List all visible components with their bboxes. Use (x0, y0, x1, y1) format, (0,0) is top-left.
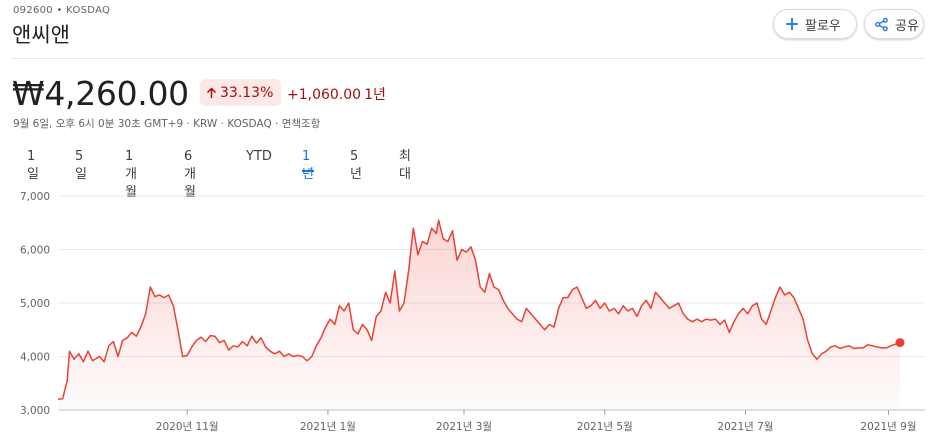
company-name: 앤씨앤 (12, 23, 70, 47)
change-amount: +1,060.00 (287, 87, 362, 103)
tab-5y[interactable]: 5년 (350, 148, 362, 182)
current-price: ₩4,260.00 (12, 74, 189, 113)
quote-meta: 9월 6일, 오후 6시 0분 30초 GMT+9 · KRW · KOSDAQ… (13, 118, 321, 130)
y-tick-label: 3,000 (20, 405, 50, 417)
follow-button[interactable]: 팔로우 (773, 9, 857, 39)
tab-6m[interactable]: 6개월 (184, 148, 196, 200)
tab-1m[interactable]: 1개월 (125, 148, 137, 200)
share-label: 공유 (895, 18, 919, 34)
price-chart[interactable]: 3,000 4,000 5,000 6,000 7,000 2020년 11월 2021년 … (0, 176, 929, 443)
tab-1d[interactable]: 1일 (27, 148, 39, 182)
plus-icon (785, 17, 799, 31)
arrow-up-icon (206, 86, 217, 99)
x-tick-label: 2021년 1월 (300, 421, 356, 433)
y-tick-label: 4,000 (20, 352, 50, 364)
tab-max[interactable]: 최대 (399, 148, 411, 182)
share-button[interactable]: 공유 (864, 9, 924, 39)
x-tick-label: 2021년 5월 (577, 421, 633, 433)
x-tick-label: 2021년 7월 (717, 421, 773, 433)
y-tick-label: 7,000 (20, 191, 50, 203)
x-tick-label: 2021년 9월 (860, 421, 916, 433)
follow-label: 팔로우 (805, 18, 841, 34)
change-period: 1년 (364, 87, 386, 103)
tab-1y[interactable]: 1년 (302, 148, 314, 182)
x-tick-label: 2020년 11월 (156, 421, 219, 433)
tab-ytd[interactable]: YTD (246, 148, 272, 170)
area-layer (57, 219, 905, 410)
change-percent: 33.13% (220, 84, 274, 101)
ticker-exchange-label: 092600 • KOSDAQ (13, 5, 111, 16)
tab-5d[interactable]: 5일 (75, 148, 87, 182)
x-tick-label: 2021년 3월 (436, 421, 492, 433)
change-amount-line: +1,060.00 1년 (287, 84, 386, 104)
price-area-fill (58, 220, 900, 410)
change-percent-badge: 33.13% (200, 79, 282, 106)
header-divider (12, 58, 924, 59)
last-price-dot (895, 338, 905, 348)
y-tick-label: 6,000 (20, 245, 50, 257)
share-icon (874, 17, 889, 32)
y-tick-label: 5,000 (20, 298, 50, 310)
